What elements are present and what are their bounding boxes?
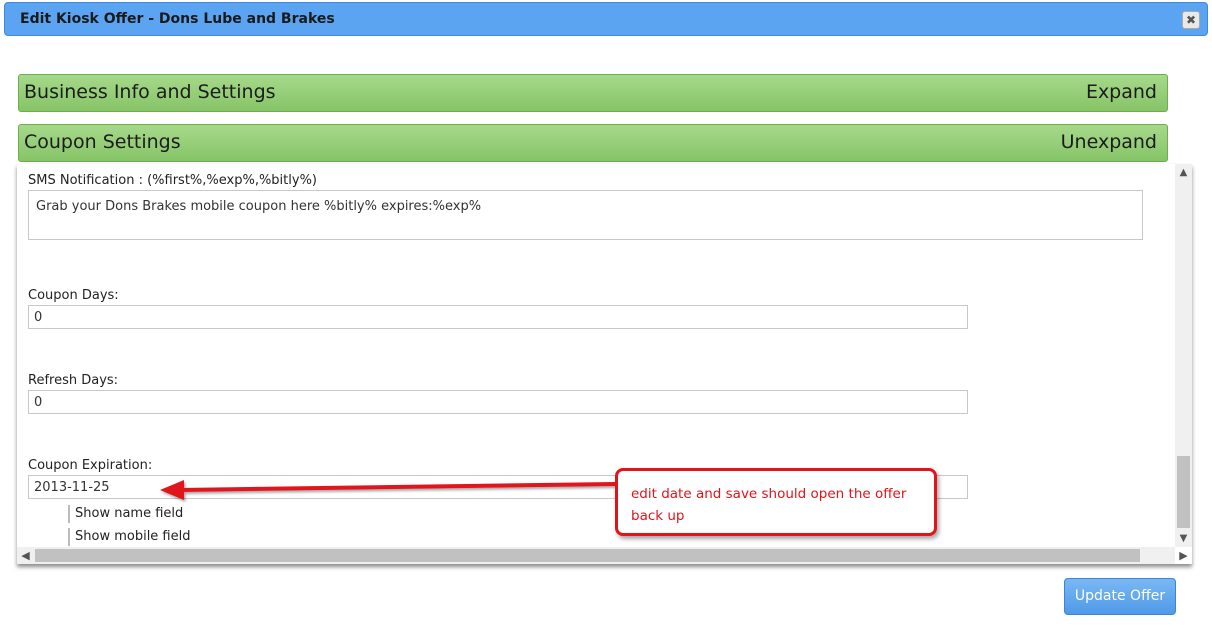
dialog-titlebar: Edit Kiosk Offer - Dons Lube and Brakes … [4, 2, 1208, 36]
expand-toggle[interactable]: Expand [1086, 81, 1157, 103]
sms-notification-field[interactable] [28, 190, 1143, 240]
coupon-expiration-label: Coupon Expiration: [28, 458, 153, 473]
annotation-callout: edit date and save should open the offer… [615, 468, 937, 536]
edit-offer-dialog: Edit Kiosk Offer - Dons Lube and Brakes … [0, 0, 1212, 632]
coupon-days-field[interactable] [28, 305, 968, 329]
refresh-days-field[interactable] [28, 390, 968, 414]
vertical-scrollbar[interactable]: ▲ ▼ [1175, 164, 1192, 547]
update-offer-button[interactable]: Update Offer [1064, 578, 1176, 615]
coupon-settings-panel: SMS Notification : (%first%,%exp%,%bitly… [17, 164, 1192, 564]
section-title-coupon-settings: Coupon Settings [24, 131, 181, 153]
scroll-left-icon[interactable]: ◀ [17, 547, 34, 564]
show-name-field-label: Show name field [75, 506, 184, 521]
show-name-field-option[interactable]: Show name field [68, 505, 183, 523]
show-mobile-field-label: Show mobile field [75, 529, 191, 544]
close-icon[interactable]: ✖ [1182, 11, 1200, 29]
section-coupon-settings[interactable]: Coupon Settings Unexpand [18, 124, 1168, 162]
coupon-days-label: Coupon Days: [28, 288, 119, 303]
horizontal-scrollbar[interactable]: ◀ ▶ [17, 547, 1188, 564]
scroll-up-icon[interactable]: ▲ [1175, 164, 1192, 181]
vertical-scroll-thumb[interactable] [1177, 456, 1190, 528]
horizontal-scroll-thumb[interactable] [35, 549, 1140, 562]
refresh-days-label: Refresh Days: [28, 373, 119, 388]
show-mobile-field-option[interactable]: Show mobile field [68, 528, 190, 546]
scroll-down-icon[interactable]: ▼ [1175, 530, 1192, 547]
dialog-title: Edit Kiosk Offer - Dons Lube and Brakes [20, 11, 335, 27]
section-title-business-info: Business Info and Settings [24, 81, 276, 103]
unexpand-toggle[interactable]: Unexpand [1061, 131, 1157, 153]
sms-notification-label: SMS Notification : (%first%,%exp%,%bitly… [28, 173, 317, 188]
section-business-info[interactable]: Business Info and Settings Expand [18, 74, 1168, 112]
scroll-right-icon[interactable]: ▶ [1175, 547, 1192, 564]
